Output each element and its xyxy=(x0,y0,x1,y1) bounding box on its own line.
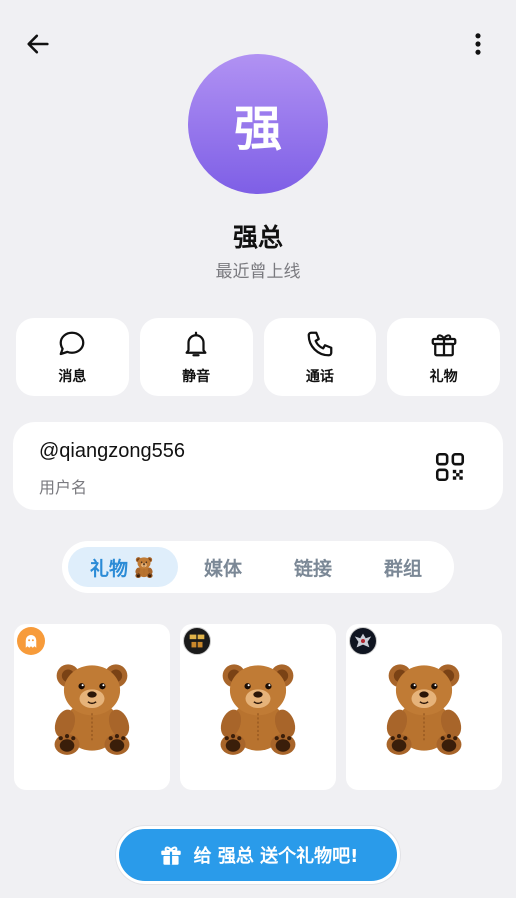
message-bubble-icon xyxy=(56,328,88,360)
sender-avatar xyxy=(349,627,377,655)
call-label: 通话 xyxy=(305,369,334,385)
gift-label: 礼物 xyxy=(429,369,458,385)
gift-card[interactable] xyxy=(346,624,502,790)
bell-icon xyxy=(180,328,212,360)
message-label: 消息 xyxy=(58,369,87,385)
teddy-bear-icon xyxy=(372,655,476,759)
tab-groups[interactable]: 群组 xyxy=(358,547,448,587)
ghost-icon xyxy=(17,627,45,655)
username-handle[interactable]: @qiangzong556 xyxy=(39,440,185,463)
last-seen-status: 最近曾上线 xyxy=(215,262,301,282)
qr-code-button[interactable] xyxy=(433,450,467,484)
more-options-button[interactable] xyxy=(460,26,496,62)
gift-card[interactable] xyxy=(180,624,336,790)
sender-avatar xyxy=(183,627,211,655)
gift-icon xyxy=(160,846,181,865)
gift-card[interactable] xyxy=(14,624,170,790)
avatar-letter: 强 xyxy=(233,101,282,157)
avatar[interactable]: 强 xyxy=(188,54,328,194)
tab-links[interactable]: 链接 xyxy=(268,547,358,587)
username-card[interactable]: @qiangzong556 用户名 xyxy=(13,422,503,510)
tab-media[interactable]: 媒体 xyxy=(178,547,268,587)
tab-gifts-label: 礼物 xyxy=(89,557,128,580)
qr-code-icon xyxy=(435,452,465,482)
gift-action-button[interactable]: 礼物 xyxy=(387,318,500,396)
arrow-left-icon xyxy=(27,34,49,54)
message-button[interactable]: 消息 xyxy=(16,318,129,396)
tab-gifts[interactable]: 礼物 xyxy=(68,547,178,587)
send-gift-label: 给 强总 送个礼物吧! xyxy=(193,846,359,867)
mute-label: 静音 xyxy=(182,369,211,385)
teddy-bear-icon xyxy=(132,555,156,579)
profile-name: 强总 xyxy=(232,223,283,252)
profile-tabs: 礼物 媒体 链接 群组 xyxy=(62,541,454,593)
mute-button[interactable]: 静音 xyxy=(139,318,253,396)
send-gift-button[interactable]: 给 强总 送个礼物吧! xyxy=(116,826,400,884)
tab-groups-label: 群组 xyxy=(383,557,422,580)
call-button[interactable]: 通话 xyxy=(263,318,377,396)
gift-icon xyxy=(428,328,460,360)
username-label: 用户名 xyxy=(39,478,88,497)
tab-media-label: 媒体 xyxy=(203,557,242,580)
action-row: 消息 静音 通话 礼物 xyxy=(16,318,500,396)
tab-links-label: 链接 xyxy=(293,557,332,580)
phone-icon xyxy=(304,328,336,360)
more-vertical-icon xyxy=(475,33,481,55)
teddy-bear-icon xyxy=(206,655,310,759)
gift-grid xyxy=(14,624,502,790)
back-button[interactable] xyxy=(20,26,56,62)
teddy-bear-icon xyxy=(40,655,144,759)
